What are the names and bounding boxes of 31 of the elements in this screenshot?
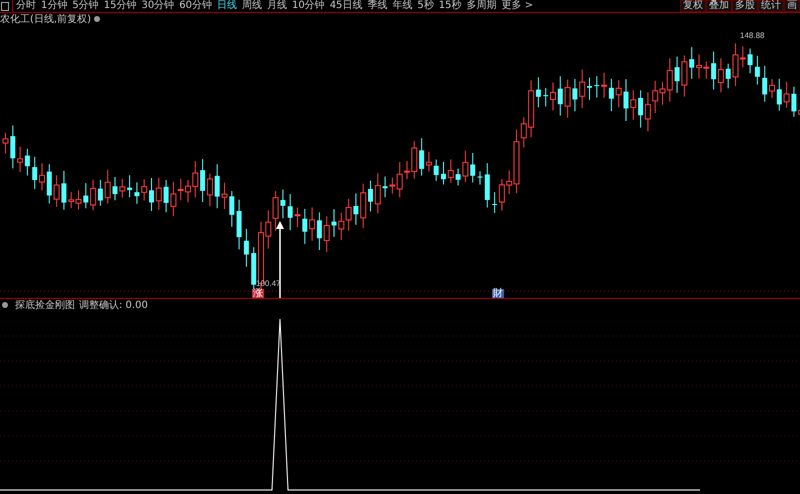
square-icon[interactable]	[1, 2, 9, 10]
toolbar-button[interactable]: 复权	[680, 0, 706, 12]
period-tab[interactable]: 更多 >	[502, 0, 534, 12]
arrowhead-icon	[276, 221, 284, 229]
period-tab[interactable]: 45日线	[330, 0, 362, 12]
period-tab[interactable]: 10分钟	[292, 0, 325, 12]
settings-icon[interactable]	[2, 302, 8, 308]
period-tab[interactable]: 月线	[266, 0, 287, 12]
high-price-label: 148.88	[740, 31, 764, 40]
chart-title: 农化工(日线,前复权)	[0, 12, 91, 26]
period-tab[interactable]: 60分钟	[179, 0, 212, 12]
period-tab[interactable]: 日线	[216, 0, 237, 12]
period-tab[interactable]: 5秒	[417, 0, 434, 12]
period-tab[interactable]: 季线	[367, 0, 388, 12]
period-tab[interactable]: 多周期	[466, 0, 497, 12]
period-tab[interactable]: 15分钟	[104, 0, 136, 12]
event-marker[interactable]: 涨	[252, 289, 264, 298]
settings-icon[interactable]	[94, 16, 100, 22]
period-tab[interactable]: 1分钟	[41, 0, 68, 12]
period-tab[interactable]: 5分钟	[72, 0, 99, 12]
period-tab[interactable]: 15秒	[438, 0, 462, 12]
period-tab[interactable]: 年线	[392, 0, 412, 12]
period-tab[interactable]: 分时	[16, 0, 36, 12]
period-tab[interactable]: 周线	[242, 0, 262, 12]
toolbar-button[interactable]: 叠加	[706, 0, 732, 12]
indicator-parameter: 调整确认: 0.00	[79, 299, 148, 312]
period-tab[interactable]: 30分钟	[141, 0, 174, 12]
indicator-title: 探底捡金刚图	[15, 298, 75, 312]
toolbar-button[interactable]: 画	[784, 0, 800, 12]
event-marker[interactable]: 財	[492, 289, 504, 298]
toolbar-button[interactable]: 多股	[732, 0, 758, 12]
